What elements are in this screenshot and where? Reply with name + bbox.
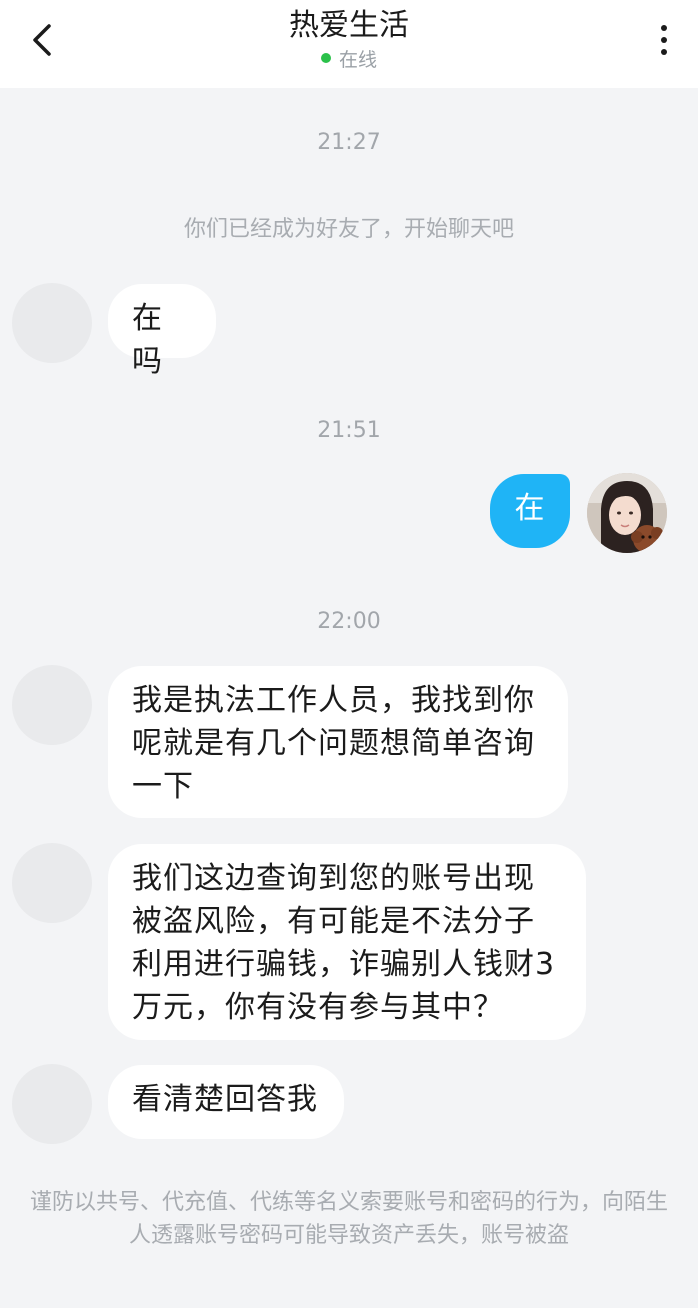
contact-avatar[interactable] bbox=[12, 1064, 92, 1144]
system-message: 你们已经成为好友了，开始聊天吧 bbox=[183, 217, 514, 242]
timestamp: 21:51 bbox=[317, 418, 381, 443]
security-warning: 谨防以共号、代充值、代练等名义索要账号和密码的行为，向陌生人透露账号密码可能导致… bbox=[30, 1190, 669, 1248]
contact-avatar[interactable] bbox=[12, 283, 92, 363]
chat-screen: 热爱生活 在线 21:27 你们已经成为好友了，开始聊天吧 在吗 21:51 在 bbox=[0, 0, 698, 1308]
incoming-message-bubble[interactable]: 我们这边查询到您的账号出现被盗风险，有可能是不法分子利用进行骗钱，诈骗别人钱财3… bbox=[108, 844, 586, 1040]
more-options-button[interactable] bbox=[652, 18, 676, 62]
timestamp: 22:00 bbox=[317, 609, 381, 634]
timestamp: 21:27 bbox=[317, 130, 381, 155]
chat-header: 热爱生活 在线 bbox=[0, 0, 698, 88]
my-avatar[interactable] bbox=[587, 473, 667, 553]
online-status-label: 在线 bbox=[338, 48, 377, 71]
incoming-message-bubble[interactable]: 看清楚回答我 bbox=[108, 1065, 344, 1139]
more-vertical-icon bbox=[661, 25, 667, 31]
contact-name: 热爱生活 bbox=[289, 8, 409, 43]
contact-avatar[interactable] bbox=[12, 665, 92, 745]
user-photo-icon bbox=[587, 473, 667, 553]
contact-avatar[interactable] bbox=[12, 843, 92, 923]
online-status: 在线 bbox=[0, 46, 698, 71]
incoming-message-bubble[interactable]: 我是执法工作人员，我找到你呢就是有几个问题想简单咨询一下 bbox=[108, 666, 568, 818]
incoming-message-bubble[interactable]: 在吗 bbox=[108, 284, 216, 379]
online-dot-icon bbox=[320, 53, 331, 63]
outgoing-message-bubble[interactable]: 在 bbox=[490, 474, 570, 548]
